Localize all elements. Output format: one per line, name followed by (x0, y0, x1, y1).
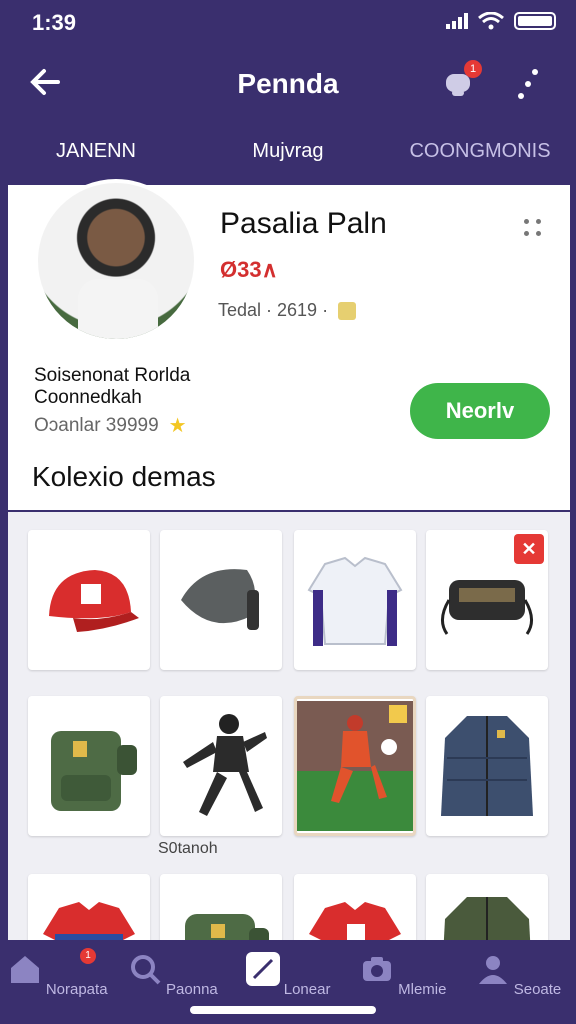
status-icons (446, 12, 556, 30)
bag-icon (441, 580, 533, 635)
signal-icon (446, 13, 468, 29)
tab-janenn[interactable]: JANENN (0, 130, 192, 174)
grid-item-green-bag[interactable] (160, 874, 282, 942)
cap-icon (49, 570, 139, 632)
tab-mujvrag[interactable]: Mujvrag (192, 130, 384, 174)
grid-item-player-card[interactable] (294, 696, 416, 836)
profile-meta-text: Tedal · 2619 · (218, 300, 329, 320)
follow-button[interactable]: Neorlv (410, 383, 550, 439)
collection-grid: ✕ S0tanoh (8, 512, 570, 942)
tab-coongmonis[interactable]: COONGMONIS (384, 130, 576, 174)
jacket-icon (443, 897, 531, 942)
grid-item-cap[interactable] (28, 530, 150, 670)
backpack-icon (51, 731, 137, 811)
app-header: 1:39 Pennda 1 JANENN Mujvrag COONGMONIS (0, 0, 576, 185)
bag-icon (181, 569, 259, 630)
profile-name: Pasalia Paln (220, 207, 387, 240)
nav-home[interactable]: 1 Norapata (0, 940, 115, 1024)
nav-home-label: Norapata (45, 981, 108, 998)
figure-icon (183, 714, 267, 816)
camera-icon (362, 957, 391, 981)
user-icon (478, 956, 507, 984)
grid-item-white-jersey[interactable] (294, 530, 416, 670)
home-indicator (190, 1006, 376, 1014)
edit-icon (245, 952, 280, 986)
grid-item-green-jacket[interactable] (426, 874, 548, 942)
nav-create-label: Lonear (283, 981, 331, 998)
options-button[interactable] (524, 219, 544, 239)
nav-search-label: Paonna (166, 981, 218, 998)
jersey-icon (309, 902, 401, 942)
nav-camera-label: Mlemie (398, 981, 447, 998)
notification-badge: 1 (464, 60, 482, 78)
top-bar: Pennda 1 (0, 52, 576, 116)
trophy-icon (338, 301, 357, 320)
grid-item-sling-bag[interactable] (160, 530, 282, 670)
nav-profile-label: Seoate (513, 981, 562, 998)
grid-label: S0tanoh (158, 840, 218, 857)
bio-line-1: Soisenonat Rorlda (34, 365, 191, 386)
player-card-icon (297, 701, 413, 831)
grid-item-backpack[interactable] (28, 696, 150, 836)
wifi-icon (478, 12, 504, 30)
jersey-icon (43, 902, 135, 942)
more-icon (518, 69, 538, 99)
bag-icon (185, 914, 269, 942)
jacket-icon (441, 716, 533, 816)
page-title: Pennda (237, 68, 339, 99)
grid-item-red-jersey-2[interactable] (294, 874, 416, 942)
grid-item-puffer-jacket[interactable] (426, 696, 548, 836)
star-icon: ★ (168, 415, 187, 437)
status-time: 1:39 (32, 10, 77, 35)
avatar-image (38, 183, 194, 339)
grid-item-black-bag[interactable]: ✕ (426, 530, 548, 670)
profile-card: Pasalia Paln Ø33∧ Tedal · 2619 · Soiseno… (8, 179, 570, 510)
nav-profile[interactable]: Seoate (461, 940, 576, 1024)
profile-meta: Tedal · 2619 · (218, 300, 357, 321)
jersey-icon (307, 556, 403, 646)
grid-item-armored-figure[interactable] (160, 696, 282, 836)
more-button[interactable] (510, 66, 546, 106)
collection-title: Kolexio demas (32, 461, 216, 492)
battery-icon (514, 12, 556, 30)
remove-badge[interactable]: ✕ (514, 534, 544, 564)
avatar[interactable] (34, 179, 198, 343)
nav-badge: 1 (80, 948, 96, 964)
tab-bar: JANENN Mujvrag COONGMONIS (0, 130, 576, 174)
notifications-button[interactable]: 1 (440, 60, 482, 104)
search-icon (130, 955, 161, 985)
profile-stats: Oɔanlar 39999 ★ (34, 413, 187, 438)
grid-item-red-jersey[interactable] (28, 874, 150, 942)
profile-rank: Ø33∧ (220, 257, 278, 282)
stats-text: Oɔanlar 39999 (34, 414, 159, 436)
home-icon (10, 956, 39, 983)
status-bar: 1:39 (0, 0, 576, 44)
bio-line-2: Coonnedkah (34, 387, 142, 408)
